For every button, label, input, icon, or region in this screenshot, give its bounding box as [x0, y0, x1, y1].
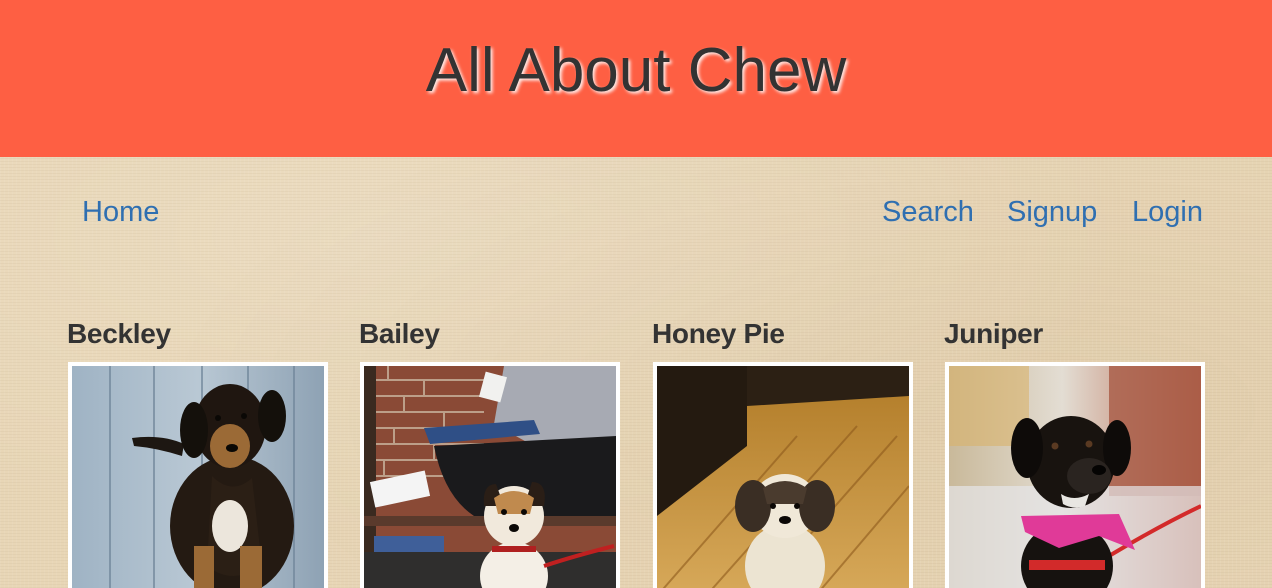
nav-search-link[interactable]: Search	[882, 194, 974, 230]
nav-signup-link[interactable]: Signup	[1007, 194, 1097, 230]
dog-photo-bailey[interactable]	[360, 362, 620, 588]
dog-photo-beckley[interactable]	[68, 362, 328, 588]
dog-card-bailey: Bailey	[359, 316, 621, 588]
dog-name: Honey Pie	[652, 318, 785, 349]
site-title: All About Chew	[425, 36, 847, 105]
dog-photo-honey-pie[interactable]	[653, 362, 913, 588]
dog-name: Bailey	[359, 318, 440, 349]
nav-login-link[interactable]: Login	[1132, 194, 1203, 230]
dog-name: Juniper	[944, 318, 1044, 349]
dog-card-beckley: Beckley	[67, 316, 329, 588]
dog-card-juniper: Juniper	[944, 316, 1206, 588]
site-header: All About Chew	[0, 0, 1272, 157]
dog-name: Beckley	[67, 318, 171, 349]
dog-card-honey-pie: Honey Pie	[652, 316, 914, 588]
dog-photo-juniper[interactable]	[945, 362, 1205, 588]
nav-home-link[interactable]: Home	[82, 194, 159, 230]
